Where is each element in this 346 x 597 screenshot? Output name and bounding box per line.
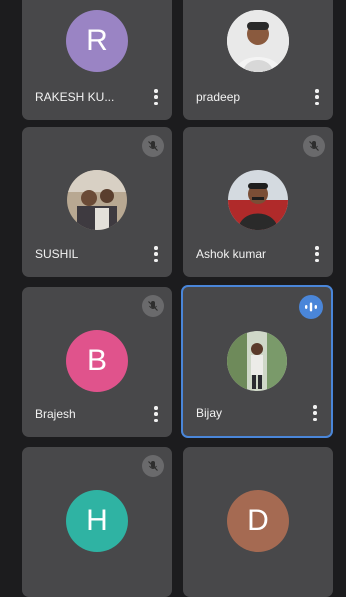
more-options-icon[interactable] <box>315 89 319 105</box>
avatar <box>228 170 288 230</box>
avatar <box>67 170 127 230</box>
participant-name: SUSHIL <box>35 247 79 261</box>
profile-photo-icon <box>228 170 288 230</box>
avatar: H <box>66 490 128 552</box>
avatar <box>227 331 287 391</box>
participant-tile[interactable]: H <box>22 447 172 597</box>
participant-tile[interactable]: pradeep <box>183 0 333 120</box>
mic-off-icon <box>303 135 325 157</box>
participant-name: Brajesh <box>35 407 76 421</box>
mic-off-icon <box>142 455 164 477</box>
participant-tile[interactable]: B Brajesh <box>22 287 172 437</box>
participant-grid: R RAKESH KU... pradeep SUSHIL Ashok kuma… <box>0 0 346 597</box>
avatar <box>227 10 289 72</box>
more-options-icon[interactable] <box>154 89 158 105</box>
more-options-icon[interactable] <box>313 405 317 421</box>
participant-tile[interactable]: Ashok kumar <box>183 127 333 277</box>
avatar: B <box>66 330 128 392</box>
participant-name: Ashok kumar <box>196 247 267 261</box>
participant-tile[interactable]: R RAKESH KU... <box>22 0 172 120</box>
participant-tile-active[interactable]: Bijay <box>181 285 333 438</box>
mic-off-icon <box>142 295 164 317</box>
speaking-indicator-icon <box>299 295 323 319</box>
profile-photo-icon <box>227 331 287 391</box>
avatar: R <box>66 10 128 72</box>
avatar: D <box>227 490 289 552</box>
participant-name: Bijay <box>196 406 223 420</box>
avatar-initial: B <box>86 344 107 377</box>
more-options-icon[interactable] <box>315 246 319 262</box>
participant-tile[interactable]: D <box>183 447 333 597</box>
more-options-icon[interactable] <box>154 246 158 262</box>
mic-off-icon <box>142 135 164 157</box>
participant-tile[interactable]: SUSHIL <box>22 127 172 277</box>
profile-photo-icon <box>67 170 127 230</box>
avatar-initial: R <box>86 24 108 57</box>
more-options-icon[interactable] <box>154 406 158 422</box>
participant-name: RAKESH KU... <box>35 90 115 104</box>
avatar-initial: D <box>247 504 269 537</box>
profile-photo-icon <box>227 10 289 72</box>
participant-name: pradeep <box>196 90 241 104</box>
avatar-initial: H <box>86 504 108 537</box>
